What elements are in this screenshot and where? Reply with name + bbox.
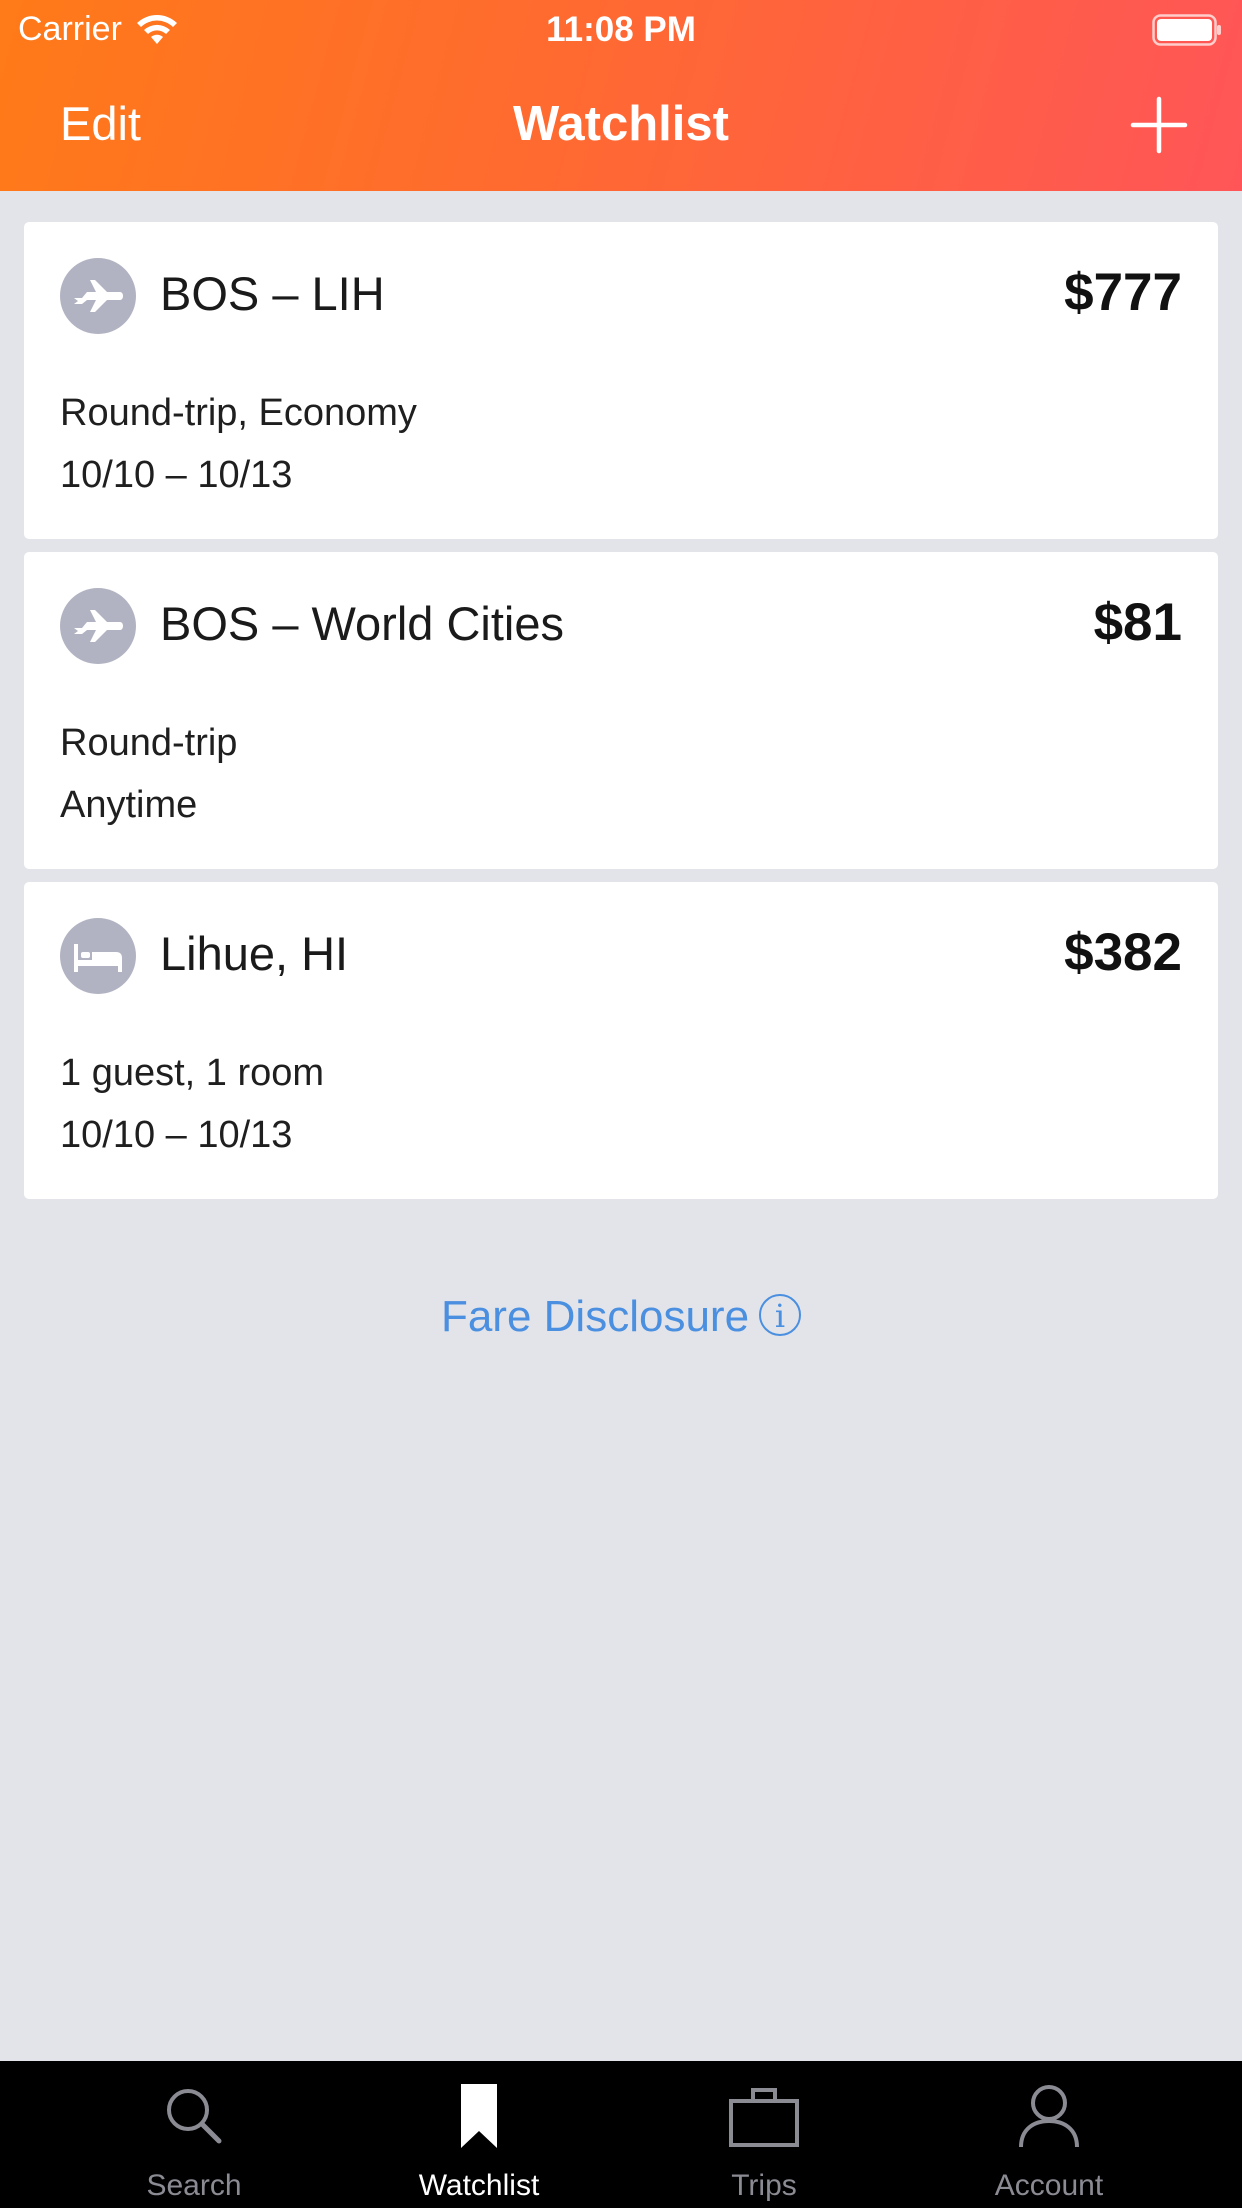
- tab-label: Search: [146, 2169, 242, 2202]
- card-price: $382: [1064, 923, 1182, 982]
- watchlist-card[interactable]: Lihue, HI $382 1 guest, 1 room 10/10 – 1…: [24, 882, 1218, 1199]
- tab-watchlist[interactable]: Watchlist: [336, 2061, 622, 2208]
- status-time: 11:08 PM: [546, 10, 696, 49]
- status-bar: Carrier 11:08 PM: [0, 0, 1242, 62]
- bookmark-icon: [461, 2084, 497, 2148]
- card-title: BOS – World Cities: [160, 597, 564, 650]
- card-dates: Anytime: [60, 784, 198, 826]
- watchlist-card[interactable]: BOS – World Cities $81 Round-trip Anytim…: [24, 552, 1218, 869]
- card-dates: 10/10 – 10/13: [60, 454, 293, 496]
- airplane-icon: [60, 258, 136, 334]
- fare-disclosure-link[interactable]: Fare Disclosure i: [0, 1292, 1242, 1342]
- header: Carrier 11:08 PM Edit Watchlist: [0, 0, 1242, 191]
- briefcase-icon: [729, 2088, 799, 2147]
- airplane-icon: [60, 588, 136, 664]
- bed-icon: [60, 918, 136, 994]
- search-icon: [167, 2089, 222, 2144]
- fare-disclosure-label: Fare Disclosure: [440, 1292, 750, 1341]
- tab-account[interactable]: Account: [906, 2061, 1192, 2208]
- card-title: Lihue, HI: [160, 927, 349, 980]
- person-icon: [1019, 2085, 1079, 2148]
- card-details: Round-trip: [60, 722, 238, 764]
- watchlist-screen: Carrier 11:08 PM Edit Watchlist BOS – LI…: [0, 0, 1242, 2208]
- page-title: Watchlist: [513, 97, 729, 151]
- tab-search[interactable]: Search: [51, 2061, 337, 2208]
- plus-icon[interactable]: [1130, 96, 1188, 154]
- tab-bar: Search Watchlist Trips Account: [0, 2061, 1242, 2208]
- info-icon: i: [759, 1294, 802, 1336]
- tab-label: Account: [994, 2169, 1104, 2202]
- watchlist-card[interactable]: BOS – LIH $777 Round-trip, Economy 10/10…: [24, 222, 1218, 539]
- card-details: Round-trip, Economy: [60, 392, 417, 434]
- card-price: $81: [1093, 593, 1182, 652]
- card-price: $777: [1064, 263, 1182, 322]
- tab-trips[interactable]: Trips: [621, 2061, 907, 2208]
- battery-icon: [1152, 14, 1221, 46]
- card-details: 1 guest, 1 room: [60, 1052, 325, 1094]
- tab-label: Watchlist: [418, 2169, 540, 2202]
- tab-label: Trips: [731, 2169, 797, 2202]
- card-title: BOS – LIH: [160, 267, 385, 320]
- card-dates: 10/10 – 10/13: [60, 1114, 293, 1156]
